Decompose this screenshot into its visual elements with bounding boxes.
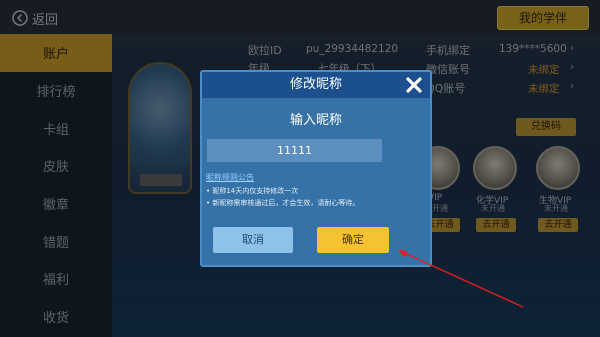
annotation-arrow [398, 250, 524, 308]
